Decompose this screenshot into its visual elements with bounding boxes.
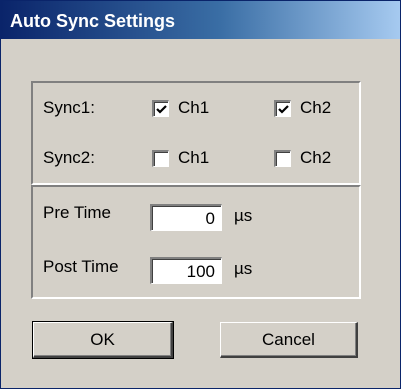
cancel-button[interactable]: Cancel [220, 322, 358, 358]
sync-group [31, 81, 361, 185]
auto-sync-settings-dialog: Auto Sync Settings Sync1: Ch1 Ch2 Sync2:… [0, 0, 401, 389]
window-title: Auto Sync Settings [10, 11, 176, 31]
sync1-ch1-label[interactable]: Ch1 [178, 98, 209, 118]
post-time-input[interactable]: 100 [150, 257, 222, 284]
post-time-unit: µs [234, 259, 253, 278]
post-time-label: Post Time [43, 257, 119, 276]
pre-time-unit: µs [234, 206, 253, 225]
pre-time-input[interactable]: 0 [150, 204, 222, 231]
sync1-label: Sync1: [43, 98, 95, 117]
sync2-ch2-label[interactable]: Ch2 [300, 148, 331, 168]
sync2-ch1-label[interactable]: Ch1 [178, 148, 209, 168]
sync2-ch2-checkbox[interactable] [274, 150, 291, 167]
checkmark-icon [278, 105, 289, 114]
sync1-ch1-checkbox[interactable] [152, 100, 169, 117]
sync2-label: Sync2: [43, 148, 95, 167]
sync1-ch2-label[interactable]: Ch2 [300, 98, 331, 118]
pre-time-label: Pre Time [43, 203, 112, 222]
title-bar[interactable]: Auto Sync Settings [1, 1, 400, 39]
sync2-ch1-checkbox[interactable] [152, 150, 169, 167]
checkmark-icon [156, 105, 167, 114]
ok-button[interactable]: OK [32, 321, 174, 359]
sync1-ch2-checkbox[interactable] [274, 100, 291, 117]
